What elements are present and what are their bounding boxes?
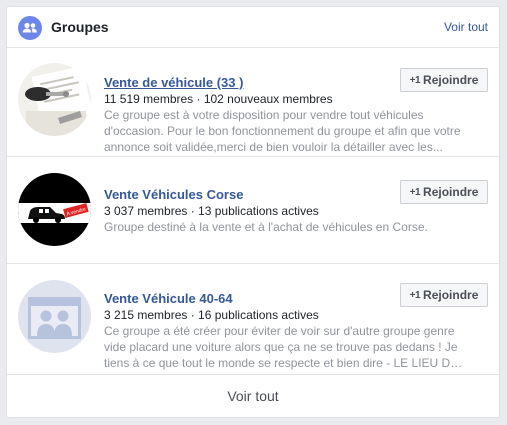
join-button-label: Rejoindre — [423, 288, 479, 302]
groups-icon — [18, 16, 42, 40]
group-stats: 3 037 membres · 13 publications actives — [104, 204, 319, 218]
card-title: Groupes — [51, 19, 109, 35]
groups-card: Groupes Voir tout Vente de véhicule (33 … — [6, 6, 500, 418]
group-placeholder-photo[interactable] — [18, 280, 91, 353]
join-button[interactable]: +1 Rejoindre — [400, 180, 488, 204]
group-name-link[interactable]: Vente Véhicule 40-64 — [104, 291, 233, 306]
group-photo[interactable] — [18, 63, 91, 136]
card-header: Groupes Voir tout — [7, 7, 499, 48]
group-stats: 3 215 membres · 16 publications actives — [104, 308, 319, 322]
join-button-label: Rejoindre — [423, 185, 479, 199]
group-stats: 11 519 membres · 102 nouveaux membres — [104, 92, 333, 106]
join-button-label: Rejoindre — [423, 73, 479, 87]
group-name-link[interactable]: Vente Véhicules Corse — [104, 187, 243, 202]
group-item: A vendre Vente Véhicules Corse 3 037 mem… — [7, 157, 499, 264]
join-button[interactable]: +1 Rejoindre — [400, 68, 488, 92]
group-description: Ce groupe est à votre disposition pour v… — [104, 108, 461, 154]
join-button[interactable]: +1 Rejoindre — [400, 283, 488, 307]
group-description: Ce groupe a été créer pour éviter de voi… — [104, 324, 459, 370]
group-item: Vente Véhicule 40-64 3 215 membres · 16 … — [7, 264, 499, 375]
see-all-link[interactable]: Voir tout — [444, 20, 488, 34]
see-all-footer-link[interactable]: Voir tout — [7, 388, 499, 404]
group-photo[interactable]: A vendre — [18, 173, 91, 246]
plus-one-icon: +1 — [409, 74, 421, 86]
group-description: Groupe destiné à la vente et à l'achat d… — [104, 220, 428, 234]
group-item: Vente de véhicule (33 ) 11 519 membres ·… — [7, 48, 499, 157]
plus-one-icon: +1 — [409, 289, 421, 301]
plus-one-icon: +1 — [409, 186, 421, 198]
group-name-link[interactable]: Vente de véhicule (33 ) — [104, 75, 243, 90]
